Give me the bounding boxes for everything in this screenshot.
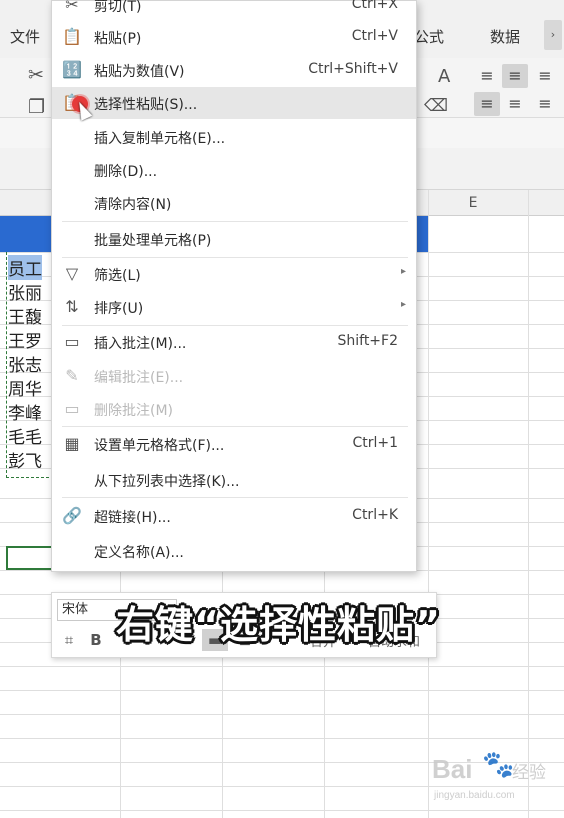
menu-item-delete[interactable]: 删除(D)... [52, 154, 416, 186]
menu-item-label: 删除批注(M) [94, 403, 174, 419]
menu-item-label: 编辑批注(E)... [94, 370, 184, 386]
cut-icon[interactable]: ✂ [28, 64, 44, 86]
clipboard-icon: 📋 [62, 27, 82, 46]
tab-scroll-right-button[interactable]: › [544, 20, 562, 50]
menu-item-shortcut: Ctrl+X [351, 0, 398, 12]
menu-separator [62, 426, 408, 427]
format-painter-icon[interactable]: ⌗ [58, 629, 80, 651]
menu-item-label: 从下拉列表中选择(K)... [94, 474, 240, 490]
bold-button[interactable]: B [86, 629, 106, 651]
menu-item-paste-special[interactable]: 📋 选择性粘贴(S)... [52, 87, 416, 119]
menu-item-delete-comment: ▭ 删除批注(M) [52, 393, 416, 425]
watermark-logo: Bai [432, 754, 473, 784]
paw-icon: 🐾 [482, 750, 515, 780]
menu-item-edit-comment: ✎ 编辑批注(E)... [52, 360, 416, 392]
format-cells-icon: ▦ [64, 434, 80, 453]
menu-item-label: 清除内容(N) [94, 197, 172, 213]
menu-item-label: 插入批注(M)... [94, 336, 187, 352]
menu-item-clear-contents[interactable]: 清除内容(N) [52, 187, 416, 219]
menu-item-cut[interactable]: ✂ 剪切(T) Ctrl+X [52, 0, 416, 21]
menu-item-label: 设置单元格格式(F)... [94, 438, 225, 454]
menu-item-shortcut: Shift+F2 [337, 333, 398, 349]
watermark-url: jingyan.baidu.com [434, 790, 515, 801]
menu-item-label: 插入复制单元格(E)... [94, 131, 226, 147]
eraser-icon[interactable]: ⌫ [424, 96, 448, 116]
menu-item-format-cells[interactable]: ▦ 设置单元格格式(F)... Ctrl+1 [52, 428, 416, 460]
menu-item-label: 定义名称(A)... [94, 545, 184, 561]
baidu-jingyan-watermark: Bai 🐾 经验 jingyan.baidu.com [432, 750, 560, 806]
edit-comment-icon: ✎ [65, 366, 79, 385]
delete-comment-icon: ▭ [64, 399, 80, 418]
align-middle-icon[interactable]: ≡ [502, 64, 528, 88]
comment-icon: ▭ [64, 332, 80, 351]
menu-separator [62, 221, 408, 222]
filter-icon: ▽ [65, 264, 79, 283]
menu-item-filter[interactable]: ▽ 筛选(L) ▸ [52, 258, 416, 290]
menu-item-paste[interactable]: 📋 粘贴(P) Ctrl+V [52, 21, 416, 53]
context-menu[interactable]: ✂ 剪切(T) Ctrl+X 📋 粘贴(P) Ctrl+V 🔢 粘贴为数值(V)… [51, 0, 417, 572]
menu-item-label: 筛选(L) [94, 268, 141, 284]
tab-formula[interactable]: 公式 [414, 26, 444, 47]
menu-item-insert-comment[interactable]: ▭ 插入批注(M)... Shift+F2 [52, 326, 416, 358]
menu-item-shortcut: Ctrl+K [352, 507, 398, 523]
grid-column-line [428, 190, 429, 818]
grid-row-line [0, 738, 564, 739]
menu-item-label: 排序(U) [94, 301, 144, 317]
watermark-text: 经验 [512, 763, 546, 783]
align-left-icon[interactable]: ≡ [474, 92, 500, 116]
menu-item-pick-from-list[interactable]: 从下拉列表中选择(K)... [52, 464, 416, 496]
menu-item-label: 批量处理单元格(P) [94, 233, 212, 249]
menu-item-insert-copied-cells[interactable]: 插入复制单元格(E)... [52, 121, 416, 153]
menu-item-label: 删除(D)... [94, 164, 158, 180]
menu-item-label: 剪切(T) [94, 0, 142, 15]
link-icon: 🔗 [62, 506, 82, 525]
menu-item-label: 粘贴为数值(V) [94, 64, 185, 80]
video-caption: 右键“选择性粘贴” [116, 603, 441, 647]
copy-marquee [6, 252, 54, 478]
grid-row-line [0, 666, 564, 667]
tab-data[interactable]: 数据 [490, 26, 520, 47]
align-right-icon[interactable]: ≡ [532, 92, 558, 116]
copy-icon[interactable]: ❐ [28, 96, 45, 118]
submenu-arrow-icon: ▸ [400, 299, 406, 310]
scissors-icon: ✂ [65, 0, 79, 14]
menu-item-shortcut: Ctrl+Shift+V [308, 61, 398, 77]
font-size-icon[interactable]: A [438, 66, 450, 87]
grid-column-line [528, 190, 529, 818]
menu-item-shortcut: Ctrl+1 [352, 435, 398, 451]
menu-item-shortcut: Ctrl+V [351, 28, 398, 44]
grid-row-line [0, 690, 564, 691]
menu-item-label: 选择性粘贴(S)... [94, 97, 198, 113]
menu-separator [62, 497, 408, 498]
align-bottom-icon[interactable]: ≡ [532, 64, 558, 88]
menu-item-batch-cells[interactable]: 批量处理单元格(P) [52, 223, 416, 255]
menu-item-sort[interactable]: ⇅ 排序(U) ▸ [52, 291, 416, 323]
sort-icon: ⇅ [65, 297, 79, 316]
align-center-icon[interactable]: ≡ [502, 92, 528, 116]
tab-file[interactable]: 文件 [10, 26, 40, 47]
align-top-icon[interactable]: ≡ [474, 64, 500, 88]
grid-row-line [0, 810, 564, 811]
paste-values-icon: 🔢 [62, 60, 82, 79]
menu-item-hyperlink[interactable]: 🔗 超链接(H)... Ctrl+K [52, 500, 416, 532]
menu-item-label: 粘贴(P) [94, 31, 142, 47]
column-header-e[interactable]: E [418, 190, 528, 216]
menu-item-paste-values[interactable]: 🔢 粘贴为数值(V) Ctrl+Shift+V [52, 54, 416, 86]
menu-item-define-name[interactable]: 定义名称(A)... [52, 535, 416, 567]
submenu-arrow-icon: ▸ [400, 266, 406, 277]
menu-item-label: 超链接(H)... [94, 510, 171, 526]
grid-row-line [0, 714, 564, 715]
